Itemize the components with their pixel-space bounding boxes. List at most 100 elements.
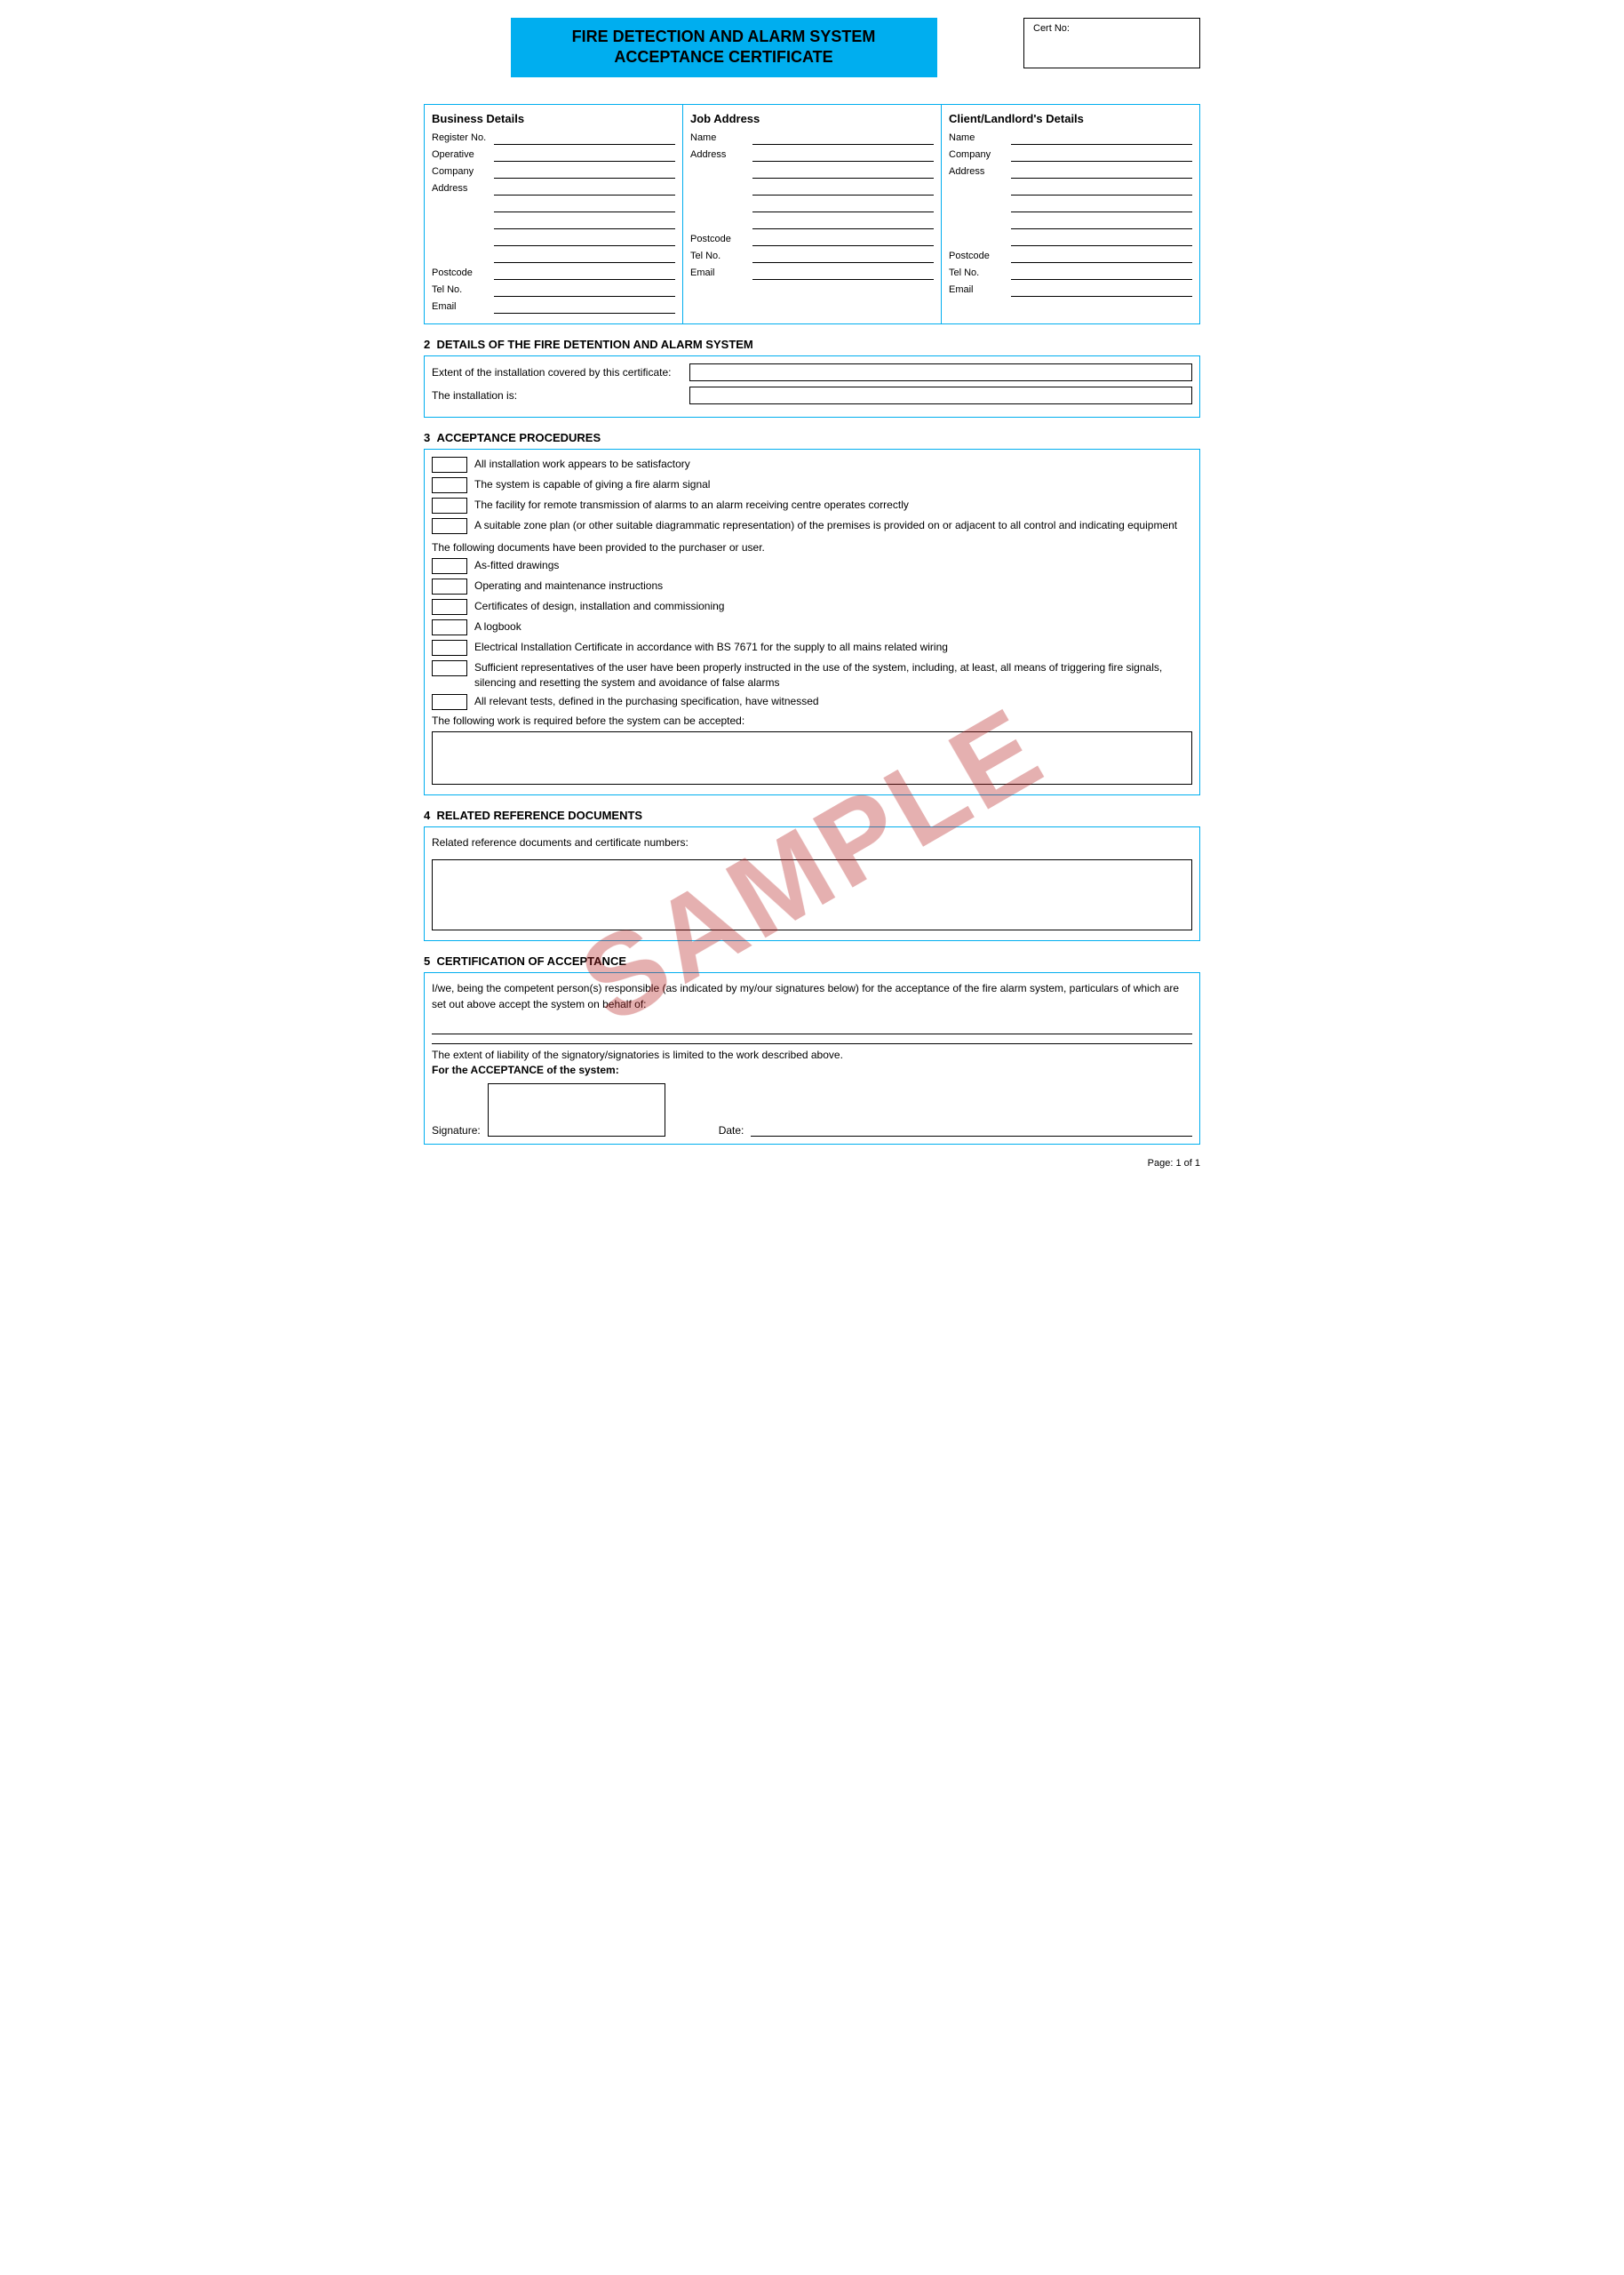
- installation-label: The installation is:: [432, 389, 689, 402]
- cert-no-label: Cert No:: [1033, 23, 1190, 34]
- doc-checkbox-5[interactable]: [432, 660, 467, 676]
- job-tel-input[interactable]: [752, 249, 934, 263]
- doc-checkbox-1[interactable]: [432, 579, 467, 595]
- job-address-input-3[interactable]: [752, 181, 934, 196]
- date-label: Date:: [719, 1124, 744, 1137]
- date-input[interactable]: [751, 1119, 1192, 1137]
- address-input-4[interactable]: [494, 232, 675, 246]
- doc-check-text-0: As-fitted drawings: [474, 558, 559, 573]
- job-postcode-input[interactable]: [752, 232, 934, 246]
- section2-title: 2 DETAILS OF THE FIRE DETENTION AND ALAR…: [424, 338, 1200, 351]
- operative-input[interactable]: [494, 148, 675, 162]
- job-name-input[interactable]: [752, 131, 934, 145]
- client-details-panel: Client/Landlord's Details Name Company A…: [942, 105, 1199, 323]
- page-number: Page: 1 of 1: [1148, 1158, 1200, 1169]
- address-input-5[interactable]: [494, 249, 675, 263]
- client-address-input-2[interactable]: [1011, 181, 1192, 196]
- check-text-0: All installation work appears to be sati…: [474, 457, 690, 472]
- client-name-input[interactable]: [1011, 131, 1192, 145]
- business-details-panel: Business Details Register No. Operative …: [425, 105, 683, 323]
- client-address-input-5[interactable]: [1011, 232, 1192, 246]
- check-row-1: The system is capable of giving a fire a…: [432, 477, 1192, 493]
- header-title: FIRE DETECTION AND ALARM SYSTEM ACCEPTAN…: [537, 27, 911, 68]
- work-required-textarea[interactable]: [432, 731, 1192, 785]
- doc-checkbox-0[interactable]: [432, 558, 467, 574]
- job-address-heading: Job Address: [690, 112, 934, 125]
- job-address-row5: [690, 215, 934, 229]
- installation-row: The installation is:: [432, 387, 1192, 404]
- signature-box[interactable]: [488, 1083, 665, 1137]
- doc-check-text-2: Certificates of design, installation and…: [474, 599, 724, 614]
- address-input-2[interactable]: [494, 198, 675, 212]
- doc-check-text-6: All relevant tests, defined in the purch…: [474, 694, 819, 709]
- installation-input[interactable]: [689, 387, 1192, 404]
- register-no-label: Register No.: [432, 132, 494, 143]
- doc-check-row-5: Sufficient representatives of the user h…: [432, 660, 1192, 690]
- section5-divider: [432, 1043, 1192, 1044]
- acceptance-on-behalf-input[interactable]: [432, 1017, 1192, 1034]
- client-name-row: Name: [949, 131, 1192, 145]
- email-input[interactable]: [494, 299, 675, 314]
- register-no-input[interactable]: [494, 131, 675, 145]
- job-address-row3: [690, 181, 934, 196]
- job-email-input[interactable]: [752, 266, 934, 280]
- section4-textarea[interactable]: [432, 859, 1192, 930]
- client-company-row: Company: [949, 148, 1192, 162]
- job-tel-label: Tel No.: [690, 251, 752, 261]
- doc-checkbox-3[interactable]: [432, 619, 467, 635]
- job-tel-row: Tel No.: [690, 249, 934, 263]
- checkbox-1[interactable]: [432, 477, 467, 493]
- job-address-input-1[interactable]: [752, 148, 934, 162]
- client-postcode-input[interactable]: [1011, 249, 1192, 263]
- address-input-3[interactable]: [494, 215, 675, 229]
- doc-check-text-1: Operating and maintenance instructions: [474, 579, 663, 594]
- doc-check-row-6: All relevant tests, defined in the purch…: [432, 694, 1192, 710]
- check-row-0: All installation work appears to be sati…: [432, 457, 1192, 473]
- client-email-row: Email: [949, 283, 1192, 297]
- sig-label: Signature:: [432, 1124, 481, 1137]
- client-address-row2: [949, 181, 1192, 196]
- tel-row: Tel No.: [432, 283, 675, 297]
- check-row-3: A suitable zone plan (or other suitable …: [432, 518, 1192, 534]
- sig-date-row: Signature: Date:: [432, 1083, 1192, 1137]
- client-address-input-1[interactable]: [1011, 164, 1192, 179]
- job-name-row: Name: [690, 131, 934, 145]
- checkbox-0[interactable]: [432, 457, 467, 473]
- doc-check-text-3: A logbook: [474, 619, 521, 635]
- tel-input[interactable]: [494, 283, 675, 297]
- postcode-input[interactable]: [494, 266, 675, 280]
- client-tel-input[interactable]: [1011, 266, 1192, 280]
- business-details-heading: Business Details: [432, 112, 675, 125]
- job-address-input-2[interactable]: [752, 164, 934, 179]
- job-address-input-5[interactable]: [752, 215, 934, 229]
- section4: 4 RELATED REFERENCE DOCUMENTS Related re…: [424, 809, 1200, 941]
- client-address-input-4[interactable]: [1011, 215, 1192, 229]
- checkbox-2[interactable]: [432, 498, 467, 514]
- job-postcode-row: Postcode: [690, 232, 934, 246]
- client-tel-label: Tel No.: [949, 267, 1011, 278]
- section2-box: Extent of the installation covered by th…: [424, 355, 1200, 418]
- job-address-input-4[interactable]: [752, 198, 934, 212]
- doc-checkbox-6[interactable]: [432, 694, 467, 710]
- address-input-1[interactable]: [494, 181, 675, 196]
- client-postcode-row: Postcode: [949, 249, 1192, 263]
- cert-no-input[interactable]: [1033, 36, 1190, 63]
- job-address-label: Address: [690, 149, 752, 160]
- company-row: Company: [432, 164, 675, 179]
- company-input[interactable]: [494, 164, 675, 179]
- client-address-input-3[interactable]: [1011, 198, 1192, 212]
- client-name-label: Name: [949, 132, 1011, 143]
- doc-check-row-2: Certificates of design, installation and…: [432, 599, 1192, 615]
- client-email-input[interactable]: [1011, 283, 1192, 297]
- address-row2: [432, 198, 675, 212]
- extent-input[interactable]: [689, 363, 1192, 381]
- doc-check-row-3: A logbook: [432, 619, 1192, 635]
- job-address-row4: [690, 198, 934, 212]
- extent-label: Extent of the installation covered by th…: [432, 366, 689, 379]
- checkbox-3[interactable]: [432, 518, 467, 534]
- address-row5: [432, 249, 675, 263]
- section2: 2 DETAILS OF THE FIRE DETENTION AND ALAR…: [424, 338, 1200, 418]
- doc-checkbox-2[interactable]: [432, 599, 467, 615]
- doc-checkbox-4[interactable]: [432, 640, 467, 656]
- client-company-input[interactable]: [1011, 148, 1192, 162]
